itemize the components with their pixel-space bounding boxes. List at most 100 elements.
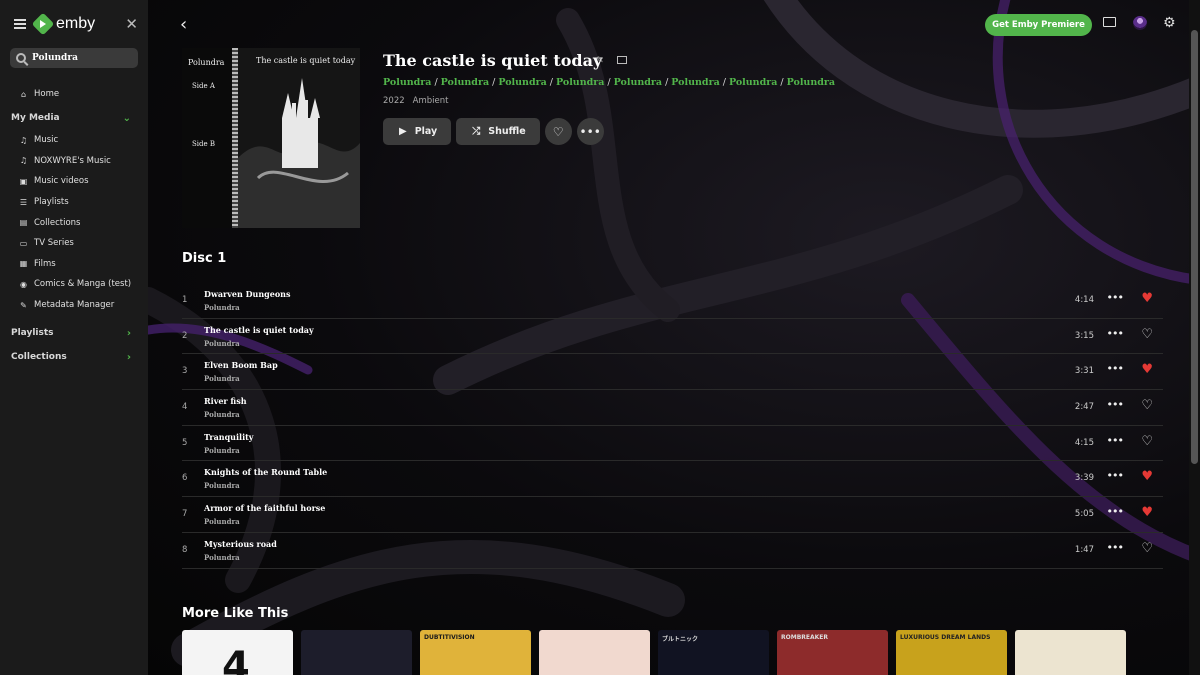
track-duration: 4:15 [1074, 437, 1094, 448]
hamburger-menu-icon[interactable] [14, 19, 26, 29]
artist-link[interactable]: Polundra [383, 77, 431, 88]
more-options-button[interactable]: ••• [576, 118, 604, 145]
heart-filled-icon[interactable]: ♥ [1141, 362, 1153, 377]
playlists-section[interactable]: Playlists › [0, 321, 148, 345]
search-box[interactable] [10, 48, 138, 68]
album-card[interactable]: ROMBREAKER [777, 630, 888, 675]
track-list: 1 Dwarven Dungeons Polundra 4:14 ••• ♥ 2 The ca… [182, 283, 1163, 569]
track-artist[interactable]: Polundra [204, 446, 240, 455]
page-scrollbar[interactable] [1189, 0, 1200, 675]
more-dots-icon[interactable]: ••• [1107, 505, 1124, 518]
track-row[interactable]: 4 River fish Polundra 2:47 ••• ♡ [182, 390, 1163, 426]
artist-link[interactable]: Polundra [614, 77, 662, 88]
track-number: 8 [182, 544, 188, 555]
track-title[interactable]: Elven Boom Bap [204, 360, 278, 370]
more-dots-icon[interactable]: ••• [1107, 469, 1124, 482]
search-input[interactable] [32, 53, 132, 63]
more-dots-icon[interactable]: ••• [1107, 541, 1124, 554]
settings-gear-icon[interactable]: ⚙ [1163, 15, 1176, 31]
artist-link[interactable]: Polundra [556, 77, 604, 88]
play-label: Play [414, 126, 438, 137]
track-row[interactable]: 6 Knights of the Round Table Polundra 3:39 •… [182, 461, 1163, 498]
album-card-label: ブルトニック [662, 636, 699, 643]
track-artist[interactable]: Polundra [204, 517, 240, 526]
artist-link[interactable]: Polundra [671, 77, 719, 88]
track-row[interactable]: 5 Tranquility Polundra 4:15 ••• ♡ [182, 426, 1163, 462]
track-row[interactable]: 7 Armor of the faithful horse Polundra 5:05… [182, 497, 1163, 533]
artist-link[interactable]: Polundra [729, 77, 777, 88]
album-card[interactable]: 4 [182, 630, 293, 675]
heart-outline-icon[interactable]: ♡ [1141, 434, 1153, 449]
heart-outline-icon[interactable]: ♡ [1141, 327, 1153, 342]
close-icon[interactable]: ✕ [125, 15, 138, 33]
more-dots-icon[interactable]: ••• [1107, 434, 1124, 447]
edit-image-icon[interactable] [617, 56, 627, 64]
sidebar-item-metadata-manager[interactable]: ✎ Metadata Manager [0, 295, 148, 316]
cast-icon[interactable] [1103, 17, 1116, 27]
user-avatar[interactable] [1133, 16, 1147, 30]
more-dots-icon[interactable]: ••• [1107, 362, 1124, 375]
edit-pencil-icon[interactable]: ✎ [596, 56, 604, 66]
heart-filled-icon[interactable]: ♥ [1141, 469, 1153, 484]
sidebar: emby ✕ ⌂ Home My Media ⌄ ♫ Music ♫ NOXWY… [0, 0, 148, 675]
heart-filled-icon[interactable]: ♥ [1141, 505, 1153, 520]
album-card[interactable]: LUXURIOUS DREAM LANDS [896, 630, 1007, 675]
sidebar-item-tv-series[interactable]: ▭ TV Series [0, 233, 148, 254]
search-icon [16, 53, 26, 63]
collections-section[interactable]: Collections › [0, 345, 148, 369]
track-row[interactable]: 3 Elven Boom Bap Polundra 3:31 ••• ♥ [182, 354, 1163, 391]
album-card[interactable] [1015, 630, 1126, 675]
shuffle-button[interactable]: ⤮ Shuffle [456, 118, 540, 145]
track-title[interactable]: River fish [204, 396, 247, 406]
sidebar-item-music-videos[interactable]: ▣ Music videos [0, 171, 148, 192]
track-row[interactable]: 8 Mysterious road Polundra 1:47 ••• ♡ [182, 533, 1163, 569]
track-artist[interactable]: Polundra [204, 553, 240, 562]
track-title[interactable]: Knights of the Round Table [204, 467, 327, 477]
heart-outline-icon[interactable]: ♡ [1141, 541, 1153, 556]
track-title[interactable]: Dwarven Dungeons [204, 289, 290, 299]
track-artist[interactable]: Polundra [204, 374, 240, 383]
more-dots-icon[interactable]: ••• [1107, 291, 1124, 304]
album-genre[interactable]: Ambient [413, 96, 449, 106]
track-title[interactable]: Armor of the faithful horse [204, 503, 325, 513]
track-title[interactable]: Tranquility [204, 432, 253, 442]
more-dots-icon[interactable]: ••• [1107, 398, 1124, 411]
track-artist[interactable]: Polundra [204, 410, 240, 419]
sidebar-item-home[interactable]: ⌂ Home [0, 82, 148, 106]
more-dots-icon[interactable]: ••• [1107, 327, 1124, 340]
sidebar-item-noxwyre-music[interactable]: ♫ NOXWYRE's Music [0, 151, 148, 172]
track-artist[interactable]: Polundra [204, 339, 240, 348]
track-title[interactable]: The castle is quiet today [204, 325, 314, 335]
track-number: 6 [182, 473, 188, 484]
heart-filled-icon[interactable]: ♥ [1141, 291, 1153, 306]
album-cover[interactable]: Polundra Side A Side B The castle is qui… [182, 48, 360, 228]
artist-link[interactable]: Polundra [498, 77, 546, 88]
track-row[interactable]: 1 Dwarven Dungeons Polundra 4:14 ••• ♥ [182, 283, 1163, 319]
get-premiere-button[interactable]: Get Emby Premiere [985, 14, 1092, 36]
favorite-button[interactable]: ♡ [544, 118, 572, 145]
album-card[interactable] [539, 630, 650, 675]
heart-outline-icon[interactable]: ♡ [1141, 398, 1153, 413]
album-card[interactable]: ブルトニック [658, 630, 769, 675]
emby-logo[interactable]: emby [31, 12, 95, 36]
sidebar-item-comics-manga[interactable]: ◉ Comics & Manga (test) [0, 274, 148, 295]
sidebar-item-music[interactable]: ♫ Music [0, 130, 148, 151]
album-card[interactable] [301, 630, 412, 675]
cover-castle-art [238, 48, 360, 228]
sidebar-item-playlists[interactable]: ☰ Playlists [0, 192, 148, 213]
track-artist[interactable]: Polundra [204, 303, 240, 312]
artist-link[interactable]: Polundra [787, 77, 835, 88]
track-row[interactable]: 2 The castle is quiet today Polundra 3:15 ••… [182, 319, 1163, 355]
artist-separator: / [665, 77, 669, 88]
album-card[interactable]: DUBTITIVISION [420, 630, 531, 675]
sidebar-item-films[interactable]: ▦ Films [0, 254, 148, 275]
sidebar-item-collections[interactable]: ▤ Collections [0, 212, 148, 233]
scrollbar-thumb[interactable] [1191, 30, 1198, 464]
back-arrow-icon[interactable]: ‹ [180, 14, 187, 35]
play-button[interactable]: ▶ Play [383, 118, 452, 145]
my-media-section[interactable]: My Media ⌄ [0, 106, 148, 130]
more-like-this-row: 4 DUBTITIVISION ブルトニック ROMBREAKER LUXURIOUS … [182, 630, 1126, 675]
track-title[interactable]: Mysterious road [204, 539, 277, 549]
track-artist[interactable]: Polundra [204, 481, 240, 490]
artist-link[interactable]: Polundra [441, 77, 489, 88]
